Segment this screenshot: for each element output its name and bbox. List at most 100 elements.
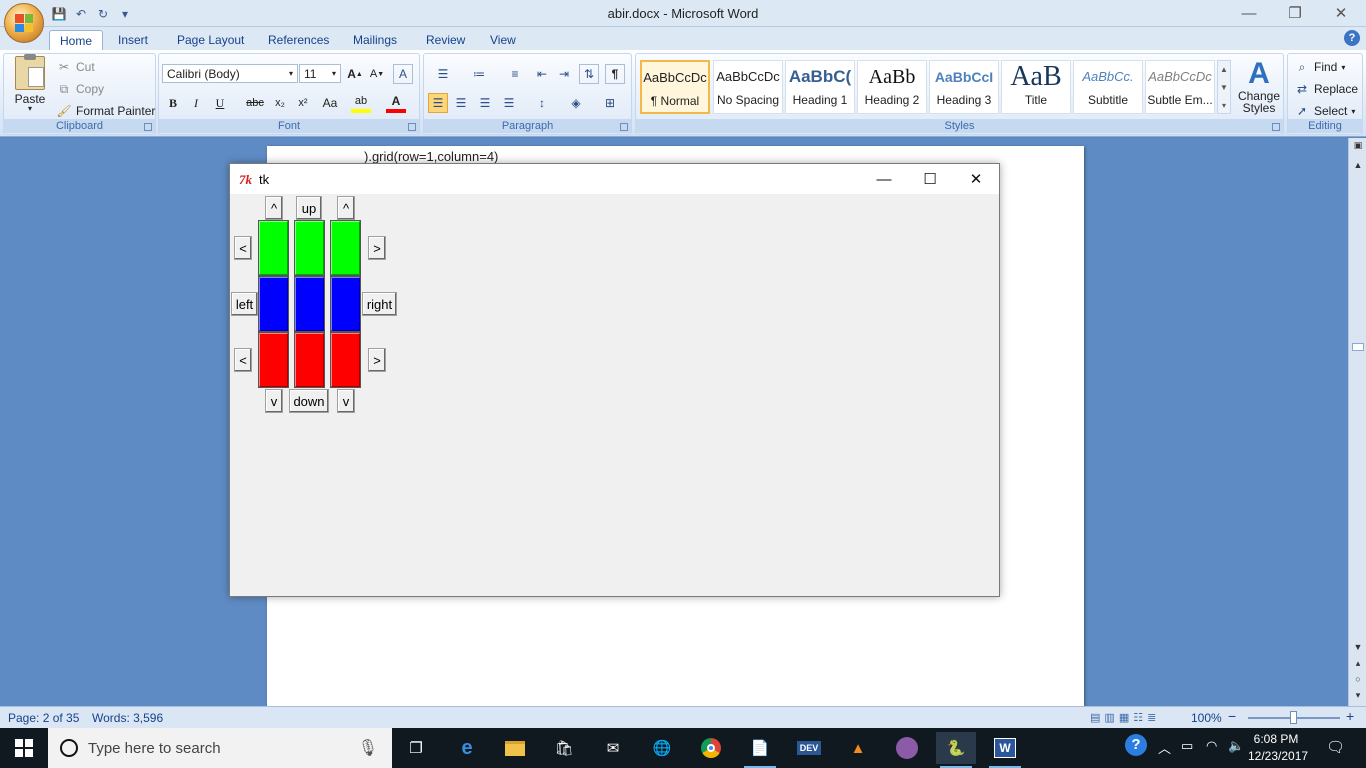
mail-icon[interactable]: ✉ (593, 732, 633, 764)
chevron-down-icon[interactable]: ▼ (1218, 79, 1230, 97)
cell-r1-c2[interactable] (294, 220, 325, 276)
style-heading-2[interactable]: AaBb Heading 2 (857, 60, 927, 114)
style-no-spacing[interactable]: AaBbCcDc No Spacing (713, 60, 783, 114)
right-top-button[interactable]: > (368, 236, 386, 260)
shading-button[interactable]: ◈ (561, 93, 591, 113)
align-center-button[interactable]: ☰ (451, 93, 471, 113)
full-screen-reading-icon[interactable]: ▥ (1104, 712, 1118, 724)
format-painter-button[interactable]: 🖌 Format Painter (56, 103, 155, 119)
tab-view[interactable]: View (480, 30, 526, 50)
outline-icon[interactable]: ☷ (1133, 712, 1147, 724)
page-count[interactable]: Page: 2 of 35 (8, 711, 79, 725)
subscript-button[interactable]: x₂ (270, 93, 290, 113)
tab-page-layout[interactable]: Page Layout (167, 30, 254, 50)
style-heading-1[interactable]: AaBbC( Heading 1 (785, 60, 855, 114)
superscript-button[interactable]: x² (293, 93, 313, 113)
task-view-icon[interactable]: ❐ (396, 732, 436, 764)
copy-button[interactable]: ⧉ Copy (56, 81, 104, 97)
line-spacing-button[interactable]: ↕ (527, 93, 557, 113)
cell-r2-c2[interactable] (294, 276, 325, 332)
cut-button[interactable]: ✂ Cut (56, 59, 95, 75)
down-button[interactable]: down (289, 389, 329, 413)
change-case-button[interactable]: Aa (317, 93, 343, 113)
styles-scroll[interactable]: ▲ ▼ ▾ (1217, 60, 1231, 114)
up-right-button[interactable]: ^ (337, 196, 355, 220)
right-bottom-button[interactable]: > (368, 348, 386, 372)
multilevel-list-button[interactable]: ≡ (500, 64, 530, 84)
close-button[interactable]: ✕ (1318, 0, 1364, 26)
cell-r1-c1[interactable] (258, 220, 289, 276)
zoom-in-icon[interactable]: + (1346, 708, 1354, 724)
cell-r1-c3[interactable] (330, 220, 361, 276)
notifications-icon[interactable]: 🗨 (1326, 738, 1345, 756)
dev-cpp-icon[interactable]: DEV (789, 732, 829, 764)
store-icon[interactable]: 🛍 (544, 732, 584, 764)
browse-object-icon[interactable]: ○ (1349, 674, 1366, 684)
wifi-icon[interactable]: ◠ (1206, 738, 1217, 754)
scrollbar-thumb[interactable] (1352, 343, 1364, 351)
style-subtle-emphasis[interactable]: AaBbCcDc Subtle Em... (1145, 60, 1215, 114)
web-layout-icon[interactable]: ▦ (1119, 712, 1133, 724)
styles-launcher-icon[interactable] (1272, 123, 1280, 131)
tab-references[interactable]: References (258, 30, 339, 50)
tab-insert[interactable]: Insert (108, 30, 158, 50)
battery-icon[interactable]: ▭ (1181, 738, 1193, 754)
restore-button[interactable]: ❐ (1272, 0, 1318, 26)
taskbar-search[interactable]: Type here to search 🎙 (48, 728, 392, 768)
clipboard-launcher-icon[interactable] (144, 123, 152, 131)
left-top-button[interactable]: < (234, 236, 252, 260)
previous-page-icon[interactable]: ▴ (1349, 658, 1366, 669)
zoom-slider-thumb[interactable] (1290, 711, 1297, 724)
next-page-icon[interactable]: ▾ (1349, 690, 1366, 701)
cell-r3-c3[interactable] (330, 332, 361, 388)
font-color-button[interactable]: A (386, 93, 406, 113)
word-count[interactable]: Words: 3,596 (92, 711, 163, 725)
zoom-level[interactable]: 100% (1191, 711, 1222, 725)
paragraph-launcher-icon[interactable] (620, 123, 628, 131)
start-button[interactable] (0, 728, 48, 768)
right-button[interactable]: right (362, 292, 397, 316)
select-button[interactable]: ➚ Select ▾ (1294, 103, 1355, 119)
tab-home[interactable]: Home (49, 30, 104, 50)
draft-icon[interactable]: ≣ (1147, 712, 1160, 724)
network-app-icon[interactable]: 🌐 (642, 732, 682, 764)
help-icon[interactable]: ? (1344, 30, 1360, 46)
style-normal[interactable]: AaBbCcDc ¶ Normal (640, 60, 710, 114)
zoom-out-icon[interactable]: − (1228, 708, 1236, 724)
tab-mailings[interactable]: Mailings (343, 30, 407, 50)
up-left-button[interactable]: ^ (265, 196, 283, 220)
change-styles-button[interactable]: A Change Styles (1234, 58, 1284, 115)
tk-maximize-button[interactable]: ☐ (907, 164, 953, 194)
align-right-button[interactable]: ☰ (475, 93, 495, 113)
paste-button[interactable]: Paste ▾ (10, 54, 50, 113)
minimize-button[interactable]: — (1226, 0, 1272, 26)
vertical-scrollbar[interactable]: ▣ ▲ ▼ ▴ ○ ▾ (1348, 138, 1366, 706)
borders-button[interactable]: ⊞ (595, 93, 625, 113)
show-marks-button[interactable]: ¶ (605, 64, 625, 84)
scroll-down-icon[interactable]: ▼ (1349, 642, 1366, 652)
file-explorer-icon[interactable] (495, 732, 535, 764)
more-styles-icon[interactable]: ▾ (1218, 97, 1230, 115)
github-icon[interactable] (887, 732, 927, 764)
tk-close-button[interactable]: ✕ (953, 164, 999, 194)
replace-button[interactable]: ⇄ Replace (1294, 81, 1358, 97)
microphone-icon[interactable]: 🎙 (358, 738, 378, 758)
style-title[interactable]: AaB Title (1001, 60, 1071, 114)
font-family-select[interactable]: Calibri (Body) ▾ (162, 64, 298, 83)
help-tray-icon[interactable]: ? (1125, 734, 1147, 756)
cell-r3-c1[interactable] (258, 332, 289, 388)
chevron-up-icon[interactable]: ︿ (1158, 738, 1171, 757)
ruler-toggle-icon[interactable]: ▣ (1349, 140, 1366, 151)
clock[interactable]: 6:08 PM 12/23/2017 (1248, 731, 1308, 765)
font-size-select[interactable]: 11 ▾ (299, 64, 341, 83)
style-heading-3[interactable]: AaBbCcI Heading 3 (929, 60, 999, 114)
cell-r3-c2[interactable] (294, 332, 325, 388)
tab-review[interactable]: Review (416, 30, 475, 50)
shrink-font-button[interactable]: A ▼ (367, 64, 387, 84)
italic-button[interactable]: I (186, 93, 206, 113)
edge-icon[interactable]: e (447, 732, 487, 764)
word-icon[interactable]: W (985, 732, 1025, 768)
highlight-button[interactable]: ab (351, 93, 371, 113)
python-icon[interactable]: 🐍 (936, 732, 976, 768)
font-launcher-icon[interactable] (408, 123, 416, 131)
